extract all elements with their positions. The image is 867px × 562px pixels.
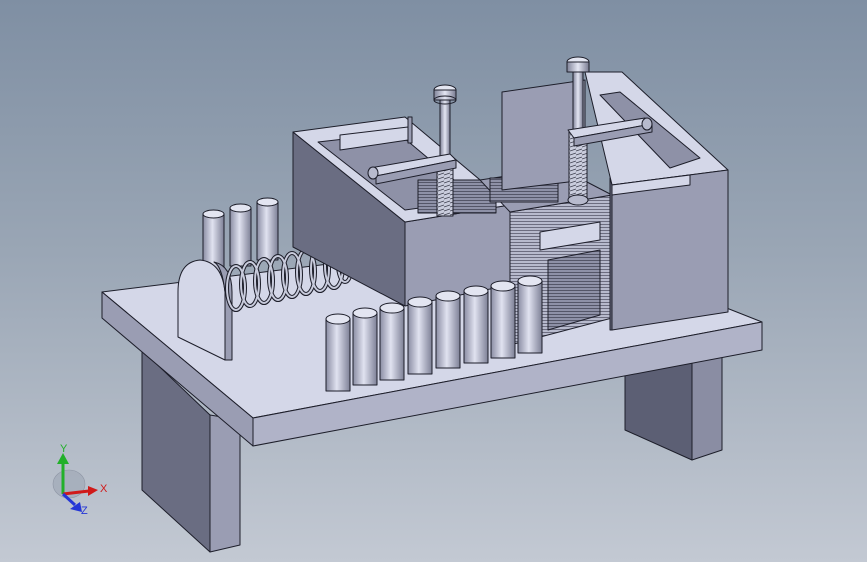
y-axis-label: Y bbox=[60, 443, 68, 455]
cad-model-view[interactable] bbox=[0, 0, 867, 562]
coordinate-triad: Y X Z bbox=[52, 443, 108, 517]
x-axis-arrow bbox=[88, 486, 98, 496]
x-axis-label: X bbox=[100, 483, 108, 495]
z-axis-label: Z bbox=[81, 505, 88, 517]
graphics-viewport[interactable]: Y X Z bbox=[0, 0, 867, 562]
